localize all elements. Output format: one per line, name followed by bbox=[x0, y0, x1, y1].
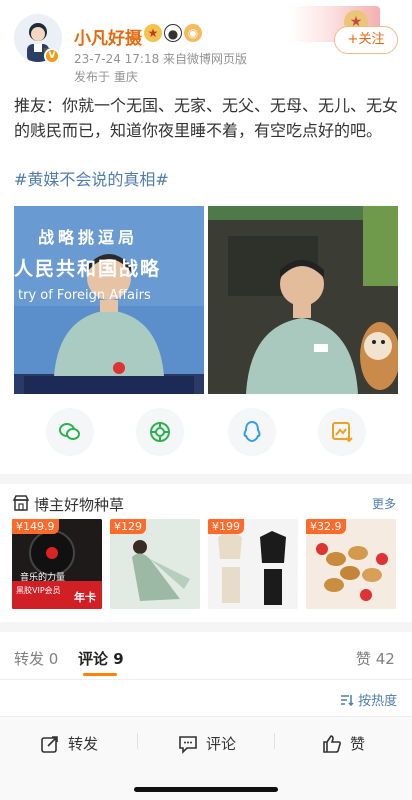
post-location: 发布于 重庆 bbox=[74, 70, 138, 84]
sort-icon bbox=[341, 695, 354, 707]
product-caption: 黑胶VIP会员 bbox=[16, 586, 61, 595]
save-image-button[interactable] bbox=[318, 408, 366, 456]
follow-button[interactable]: +关注 bbox=[334, 26, 398, 54]
shop-more-link[interactable]: 更多 bbox=[372, 495, 396, 512]
repost-icon bbox=[41, 735, 58, 753]
product-price: ¥32.9 bbox=[306, 519, 346, 534]
save-image-icon bbox=[332, 422, 353, 443]
section-divider bbox=[0, 474, 412, 484]
qq-icon bbox=[243, 420, 261, 443]
fan-badge-icon: ◉ bbox=[184, 24, 202, 42]
user-badges: ★ ● ◉ bbox=[144, 24, 202, 42]
comment-button[interactable]: 评论 bbox=[178, 733, 236, 754]
image-sign-line-1: 战略挑逗局 bbox=[38, 228, 139, 247]
product-card[interactable]: ¥32.9 bbox=[306, 519, 396, 609]
shop-section-title: 博主好物种草 bbox=[34, 496, 125, 514]
moments-icon bbox=[150, 422, 170, 442]
post-image-1[interactable]: 战略挑逗局 人民共和国战略 try of Foreign Affairs bbox=[14, 206, 204, 394]
share-qq-button[interactable] bbox=[228, 408, 276, 456]
product-caption: 年卡 bbox=[74, 591, 96, 604]
shop-icon bbox=[12, 494, 30, 516]
thumbs-up-icon bbox=[323, 734, 341, 753]
tab-active-indicator bbox=[83, 673, 117, 676]
image-sign-line-2: 人民共和国战略 bbox=[14, 258, 162, 280]
hashtag-link[interactable]: #黄媒不会说的真相# bbox=[14, 167, 169, 192]
image-sign-line-3: try of Foreign Affairs bbox=[18, 288, 151, 303]
panda-icon: ● bbox=[164, 24, 182, 42]
tab-repost[interactable]: 转发 0 bbox=[14, 648, 58, 669]
product-caption: 音乐的力量 bbox=[20, 573, 66, 583]
sort-button[interactable]: 按热度 bbox=[340, 690, 397, 709]
tab-like[interactable]: 赞 42 bbox=[356, 648, 395, 669]
share-wechat-button[interactable] bbox=[46, 408, 94, 456]
bottom-action-bar: 转发 评论 赞 bbox=[0, 716, 412, 800]
post-text: 推友：你就一个无国、无家、无父、无母、无儿、无女的贱民而已，知道你夜里睡不着，有… bbox=[14, 96, 399, 140]
product-price: ¥199 bbox=[208, 519, 244, 534]
repost-label: 转发 bbox=[68, 735, 99, 753]
post-image-2[interactable] bbox=[208, 206, 398, 394]
bar-separator bbox=[274, 733, 275, 749]
product-price: ¥149.9 bbox=[12, 519, 59, 534]
verified-badge-icon: V bbox=[44, 48, 60, 64]
product-card[interactable]: ¥129 bbox=[110, 519, 200, 609]
home-indicator[interactable] bbox=[134, 787, 278, 792]
interaction-tabs: 转发 0 评论 9 赞 42 bbox=[0, 640, 412, 680]
post-header: V 小凡好摄 ★ ● ◉ 23-7-24 17:18 来自微博网页版 发布于 重… bbox=[0, 0, 412, 90]
share-row bbox=[0, 408, 412, 464]
section-divider bbox=[0, 622, 412, 632]
comment-icon bbox=[179, 735, 197, 754]
repost-button[interactable]: 转发 bbox=[40, 733, 98, 754]
wechat-icon bbox=[59, 423, 80, 440]
medal-icon: ★ bbox=[144, 24, 162, 42]
product-card[interactable]: ¥149.9 音乐的力量 黑胶VIP会员 年卡 bbox=[12, 519, 102, 609]
username[interactable]: 小凡好摄 bbox=[74, 24, 142, 49]
post-time-source: 23-7-24 17:18 来自微博网页版 bbox=[74, 52, 248, 66]
product-price: ¥129 bbox=[110, 519, 146, 534]
bar-separator bbox=[137, 733, 138, 749]
sort-label: 按热度 bbox=[358, 694, 398, 709]
like-label: 赞 bbox=[350, 735, 366, 753]
share-moments-button[interactable] bbox=[136, 408, 184, 456]
tab-comment[interactable]: 评论 9 bbox=[78, 648, 124, 669]
like-button[interactable]: 赞 bbox=[322, 733, 365, 754]
product-card[interactable]: ¥199 bbox=[208, 519, 298, 609]
comment-label: 评论 bbox=[206, 735, 237, 753]
